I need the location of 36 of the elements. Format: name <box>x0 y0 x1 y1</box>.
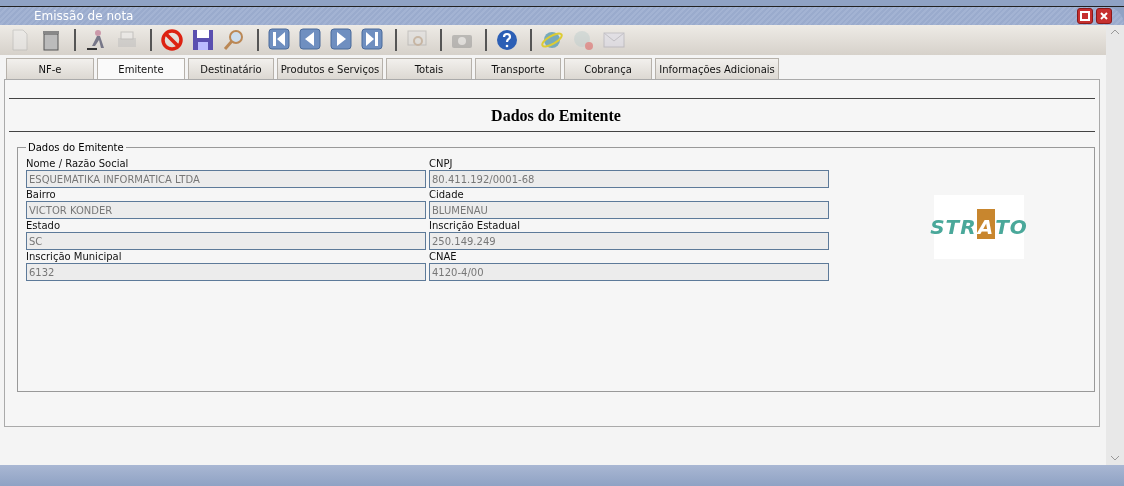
stop-icon <box>160 28 184 52</box>
input-field[interactable]: 80.411.192/0001-68 <box>429 170 829 188</box>
maximize-button[interactable] <box>1077 8 1093 24</box>
field-label: Inscrição Estadual <box>429 219 521 232</box>
tab[interactable]: Totais <box>386 58 472 79</box>
input-field[interactable]: SC <box>26 232 426 250</box>
tab[interactable]: Emitente <box>97 58 185 79</box>
help-icon <box>495 28 519 52</box>
field-label: Inscrição Municipal <box>26 250 123 263</box>
tab[interactable]: Produtos e Serviços <box>277 58 383 79</box>
input-field[interactable]: 6132 <box>26 263 426 281</box>
field-label: Bairro <box>26 188 57 201</box>
group-legend: Dados do Emitente <box>26 142 126 153</box>
field-label: Nome / Razão Social <box>26 157 130 170</box>
tab[interactable]: Informações Adicionais <box>655 58 779 79</box>
close-button[interactable] <box>1096 8 1112 24</box>
close-icon <box>1099 11 1109 21</box>
field-label: Estado <box>26 219 62 232</box>
search-icon <box>222 28 246 52</box>
scroll-bar[interactable] <box>1106 25 1124 465</box>
input-field[interactable]: 250.149.249 <box>429 232 829 250</box>
field-label: Cidade <box>429 188 465 201</box>
input-field[interactable]: BLUMENAU <box>429 201 829 219</box>
tab[interactable]: Transporte <box>475 58 561 79</box>
save-icon <box>191 28 215 52</box>
square-icon <box>1080 11 1090 21</box>
tab[interactable]: Cobrança <box>564 58 652 79</box>
input-field[interactable]: ESQUEMÁTIKA INFORMÁTICA LTDA <box>26 170 426 188</box>
input-field[interactable]: 4120-4/00 <box>429 263 829 281</box>
field-label: CNAE <box>429 250 458 263</box>
field-label: CNPJ <box>429 157 454 170</box>
tab[interactable]: NF-e <box>6 58 94 79</box>
section-heading: Dados do Emitente <box>490 107 622 125</box>
tab[interactable]: Destinatário <box>188 58 274 79</box>
input-field[interactable]: VICTOR KONDER <box>26 201 426 219</box>
window-title: Emissão de nota <box>34 9 135 23</box>
